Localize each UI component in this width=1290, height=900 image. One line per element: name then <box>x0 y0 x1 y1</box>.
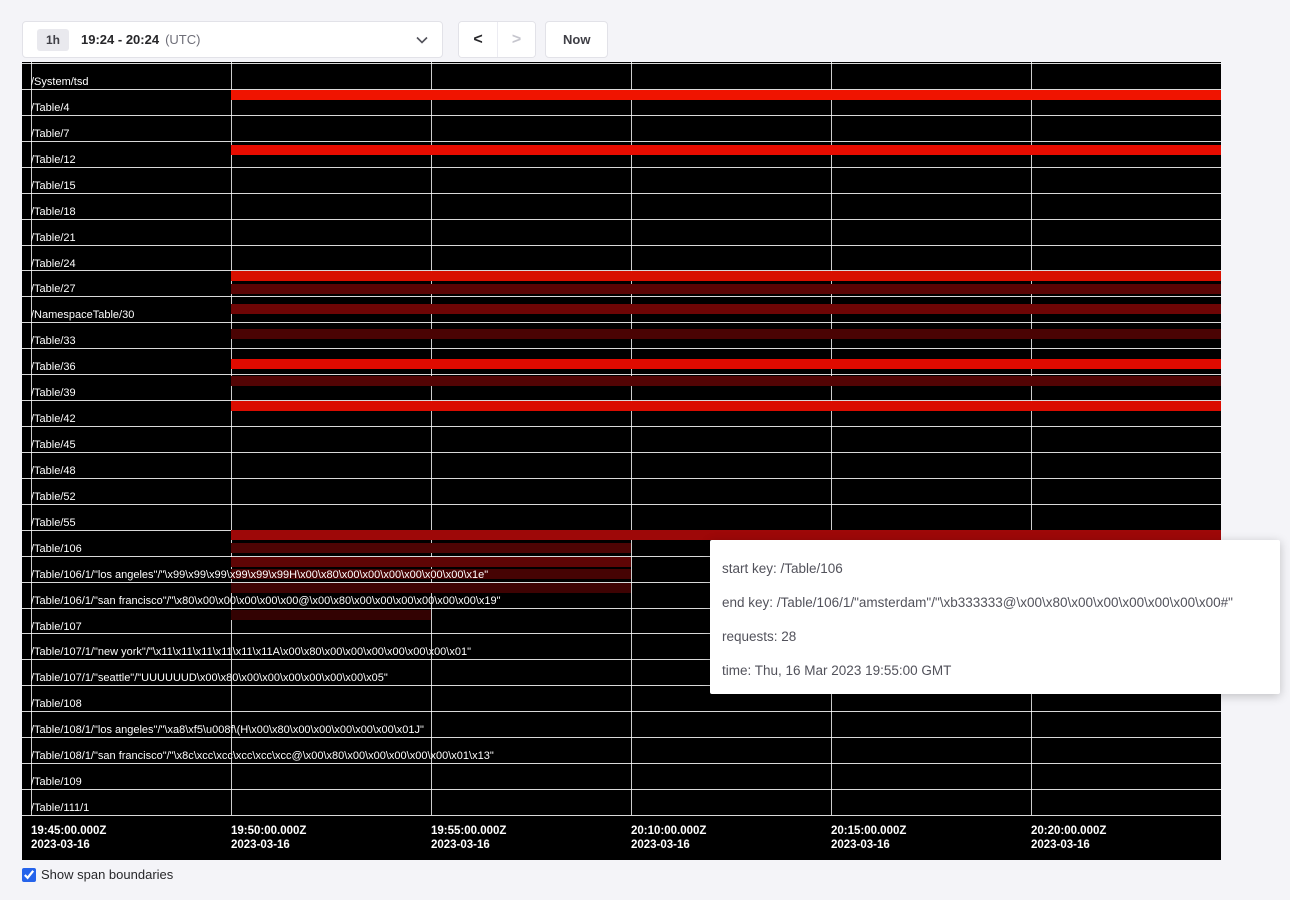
heat-band <box>231 557 631 567</box>
span-label: /Table/55 <box>31 517 76 529</box>
span-boundary-line <box>22 763 1221 764</box>
span-boundary-line <box>22 193 1221 194</box>
span-label: /Table/4 <box>31 102 70 114</box>
span-label: /Table/18 <box>31 206 76 218</box>
span-boundary-line <box>22 478 1221 479</box>
heat-band <box>231 376 1221 386</box>
span-boundary-line <box>22 167 1221 168</box>
now-button[interactable]: Now <box>545 21 608 58</box>
heat-band <box>231 329 1221 339</box>
span-boundary-line <box>22 322 1221 323</box>
show-span-boundaries-label[interactable]: Show span boundaries <box>41 867 173 882</box>
time-axis-label: 20:20:00.000Z2023-03-16 <box>1031 824 1106 852</box>
span-label: /Table/52 <box>31 491 76 503</box>
heat-band <box>231 271 1221 281</box>
span-label: /Table/107 <box>31 621 82 633</box>
span-label: /Table/48 <box>31 465 76 477</box>
span-label: /Table/12 <box>31 154 76 166</box>
time-axis-label: 19:45:00.000Z2023-03-16 <box>31 824 106 852</box>
show-span-boundaries-checkbox[interactable] <box>22 868 36 882</box>
span-boundary-line <box>22 245 1221 246</box>
span-label: /Table/36 <box>31 361 76 373</box>
heat-band <box>231 359 1221 369</box>
span-label: /Table/108/1/"san francisco"/"\x8c\xcc\x… <box>31 750 494 762</box>
time-window-badge: 1h <box>37 29 69 51</box>
span-label: /Table/15 <box>31 180 76 192</box>
heatmap-canvas[interactable]: 19:45:00.000Z2023-03-16 19:50:00.000Z2023… <box>22 62 1221 860</box>
span-label: /Table/7 <box>31 128 70 140</box>
heat-band <box>231 90 1221 100</box>
time-axis-label: 20:15:00.000Z2023-03-16 <box>831 824 906 852</box>
heat-band <box>231 530 1221 540</box>
heat-band <box>231 543 631 553</box>
span-label: /Table/106 <box>31 543 82 555</box>
time-gridline <box>431 62 432 815</box>
span-boundary-line <box>22 711 1221 712</box>
prev-time-button[interactable]: < <box>459 22 497 57</box>
span-label: /Table/111/1 <box>31 802 89 814</box>
heat-band <box>231 145 1221 155</box>
time-axis-label: 19:55:00.000Z2023-03-16 <box>431 824 506 852</box>
time-gridline <box>1031 62 1032 815</box>
time-range-label: 19:24 - 20:24 <box>81 32 159 47</box>
span-boundary-line <box>22 115 1221 116</box>
span-label: /Table/108/1/"los angeles"/"\xa8\xf5\u00… <box>31 724 424 736</box>
span-boundary-line <box>22 141 1221 142</box>
heat-band <box>231 610 431 620</box>
heat-band <box>231 304 1221 314</box>
span-boundary-line <box>22 219 1221 220</box>
time-axis-label: 19:50:00.000Z2023-03-16 <box>231 824 306 852</box>
chevron-down-icon <box>416 36 428 44</box>
time-range-selector[interactable]: 1h 19:24 - 20:24 (UTC) <box>22 21 443 58</box>
time-gridline <box>631 62 632 815</box>
next-time-button[interactable]: > <box>497 22 535 57</box>
span-label: /Table/106/1/"san francisco"/"\x80\x00\x… <box>31 595 501 607</box>
footer-controls: Show span boundaries <box>22 867 173 882</box>
span-boundary-line <box>22 63 1221 64</box>
span-label: /Table/33 <box>31 335 76 347</box>
span-label: /Table/107/1/"new york"/"\x11\x11\x11\x1… <box>31 646 471 658</box>
span-label: /Table/107/1/"seattle"/"UUUUUUD\x00\x80\… <box>31 672 388 684</box>
span-label: /System/tsd <box>31 76 88 88</box>
span-label: /Table/106/1/"los angeles"/"\x99\x99\x99… <box>31 569 488 581</box>
heat-band <box>231 401 1221 411</box>
span-label: /Table/108 <box>31 698 82 710</box>
span-label: /Table/42 <box>31 413 76 425</box>
span-boundary-line <box>22 737 1221 738</box>
tooltip-requests: requests: 28 <box>722 628 1266 646</box>
span-label: /Table/109 <box>31 776 82 788</box>
tooltip-start-key: start key: /Table/106 <box>722 560 1266 578</box>
span-label: /Table/24 <box>31 258 76 270</box>
span-label: /Table/45 <box>31 439 76 451</box>
span-boundary-line <box>22 504 1221 505</box>
span-boundary-line <box>22 296 1221 297</box>
span-boundary-line <box>22 452 1221 453</box>
span-boundary-line <box>22 426 1221 427</box>
span-boundary-line <box>22 789 1221 790</box>
time-axis-label: 20:10:00.000Z2023-03-16 <box>631 824 706 852</box>
span-label: /Table/21 <box>31 232 76 244</box>
tooltip-time: time: Thu, 16 Mar 2023 19:55:00 GMT <box>722 662 1266 680</box>
span-label: /Table/39 <box>31 387 76 399</box>
heat-band <box>231 284 1221 294</box>
span-boundary-line <box>22 348 1221 349</box>
time-gridline <box>831 62 832 815</box>
span-boundary-line <box>22 374 1221 375</box>
timezone-label: (UTC) <box>165 32 200 47</box>
span-boundary-line <box>22 815 1221 816</box>
tooltip-end-key: end key: /Table/106/1/"amsterdam"/"\xb33… <box>722 594 1266 612</box>
time-gridline <box>231 62 232 815</box>
heat-band <box>231 583 631 593</box>
span-label: /Table/27 <box>31 283 76 295</box>
time-nav-group: < > <box>458 21 536 58</box>
span-tooltip: start key: /Table/106 end key: /Table/10… <box>710 540 1280 694</box>
span-label: /NamespaceTable/30 <box>31 309 134 321</box>
